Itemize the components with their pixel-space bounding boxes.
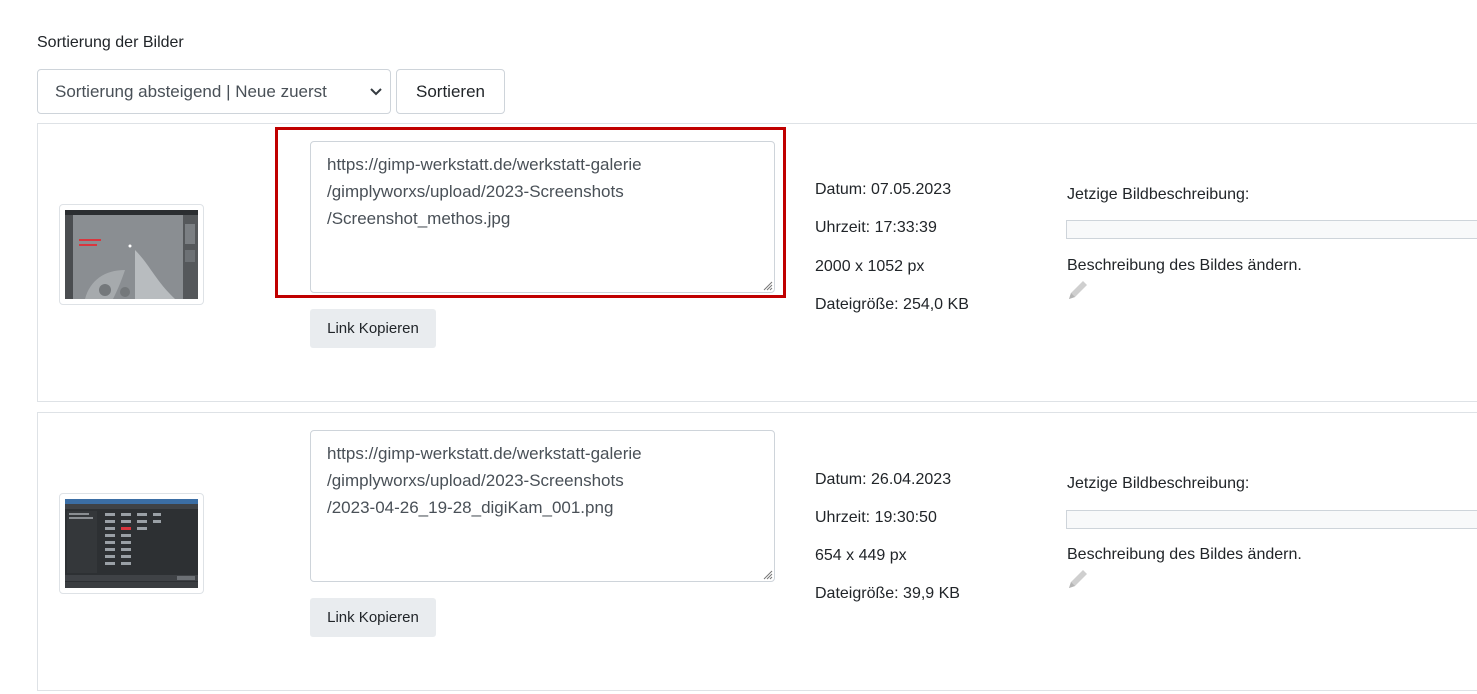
image-date: Datum: 07.05.2023 [815, 181, 952, 198]
pencil-icon[interactable] [1065, 566, 1091, 592]
image-url-textarea[interactable]: https://gimp-werkstatt.de/werkstatt-gale… [310, 430, 775, 582]
chevron-down-icon [370, 88, 382, 96]
image-card: https://gimp-werkstatt.de/werkstatt-gale… [37, 123, 1477, 402]
image-date: Datum: 26.04.2023 [815, 471, 952, 488]
current-description-label: Jetzige Bildbeschreibung: [1067, 475, 1250, 492]
image-thumbnail[interactable] [59, 493, 204, 594]
image-dimensions: 2000 x 1052 px [815, 258, 925, 275]
sort-heading: Sortierung der Bilder [37, 34, 184, 51]
image-dimensions: 654 x 449 px [815, 547, 907, 564]
sort-order-selected-value: Sortierung absteigend | Neue zuerst [55, 81, 327, 101]
url-highlight-frame [275, 127, 786, 298]
copy-link-button[interactable]: Link Kopieren [310, 598, 436, 637]
current-description-label: Jetzige Bildbeschreibung: [1067, 186, 1250, 203]
image-time: Uhrzeit: 19:30:50 [815, 509, 937, 526]
change-description-label: Beschreibung des Bildes ändern. [1067, 257, 1302, 274]
current-description-field [1066, 220, 1477, 239]
image-card: https://gimp-werkstatt.de/werkstatt-gale… [37, 412, 1477, 691]
image-time: Uhrzeit: 17:33:39 [815, 219, 937, 236]
image-filesize: Dateigröße: 254,0 KB [815, 296, 969, 313]
image-thumbnail[interactable] [59, 204, 204, 305]
gallery-page: Sortierung der Bilder Sortierung absteig… [0, 0, 1477, 694]
screenshot-thumbnail-image [65, 499, 198, 588]
pencil-icon[interactable] [1065, 277, 1091, 303]
screenshot-thumbnail-image [65, 210, 198, 299]
change-description-label: Beschreibung des Bildes ändern. [1067, 546, 1302, 563]
image-filesize: Dateigröße: 39,9 KB [815, 585, 960, 602]
resize-grip-icon[interactable] [763, 570, 773, 580]
copy-link-button[interactable]: Link Kopieren [310, 309, 436, 348]
current-description-field [1066, 510, 1477, 529]
sort-order-select[interactable]: Sortierung absteigend | Neue zuerst [37, 69, 391, 114]
sort-button[interactable]: Sortieren [396, 69, 505, 114]
